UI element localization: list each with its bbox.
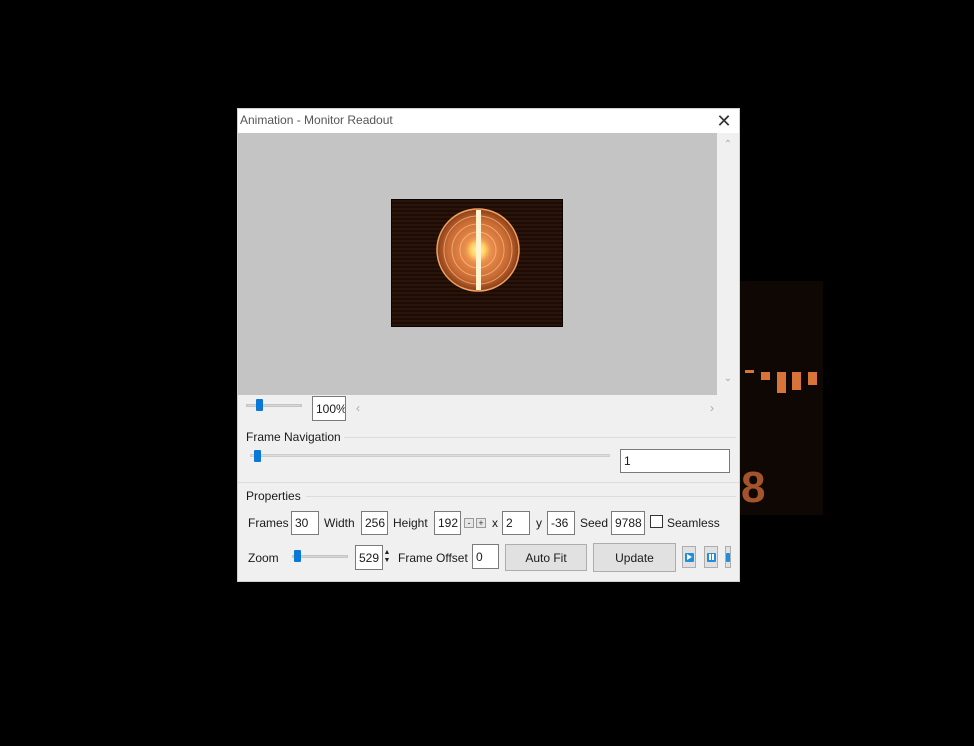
- auto-fit-button[interactable]: Auto Fit: [505, 544, 587, 571]
- frame-offset-field[interactable]: 0: [472, 544, 499, 569]
- readout-bar: [808, 372, 817, 385]
- zoom-slider-thumb[interactable]: [294, 550, 301, 562]
- vertical-scrollbar[interactable]: ⌃ ⌄: [717, 133, 739, 395]
- zoom-field[interactable]: 529: [355, 545, 383, 570]
- readout-bar: [792, 372, 801, 390]
- y-field[interactable]: -36: [547, 511, 575, 535]
- seed-field[interactable]: 9788: [611, 511, 645, 535]
- play-icon: [684, 552, 694, 562]
- scroll-right-icon[interactable]: ›: [710, 401, 714, 415]
- seed-label: Seed: [580, 516, 609, 530]
- x-label: x: [492, 516, 498, 530]
- pause-icon: [706, 552, 716, 562]
- update-button[interactable]: Update: [593, 543, 676, 572]
- animation-preview-frame: [391, 199, 563, 327]
- frame-slider-thumb[interactable]: [254, 450, 261, 462]
- spin-up-icon[interactable]: ▲: [384, 549, 391, 557]
- readout-bar: [777, 372, 786, 393]
- play-button[interactable]: [682, 546, 696, 568]
- seamless-label[interactable]: Seamless: [667, 516, 720, 530]
- group-divider: [238, 482, 739, 483]
- group-divider: [344, 437, 736, 438]
- readout-digit: 8: [741, 463, 766, 512]
- zoom-label: Zoom: [248, 551, 279, 565]
- pause-button[interactable]: [704, 546, 718, 568]
- frame-offset-label: Frame Offset: [398, 551, 468, 565]
- frame-slider-track[interactable]: [250, 454, 610, 457]
- scroll-down-icon[interactable]: ⌄: [717, 373, 739, 384]
- height-field[interactable]: 192: [434, 511, 461, 535]
- y-label: y: [536, 516, 542, 530]
- width-label: Width: [324, 516, 355, 530]
- window-title: Animation - Monitor Readout: [240, 113, 393, 127]
- close-button[interactable]: ✕: [713, 110, 735, 132]
- preview-zoom-slider-track[interactable]: [246, 404, 302, 407]
- properties-heading: Properties: [246, 489, 301, 503]
- seamless-checkbox[interactable]: [650, 515, 663, 528]
- frames-label: Frames: [248, 516, 289, 530]
- close-icon: ✕: [716, 110, 732, 131]
- scroll-up-icon[interactable]: ⌃: [717, 139, 739, 150]
- height-label: Height: [393, 516, 428, 530]
- preview-zoom-field[interactable]: 100%: [312, 396, 346, 421]
- x-field[interactable]: 2: [502, 511, 530, 535]
- frame-navigation-heading: Frame Navigation: [246, 430, 341, 444]
- decrease-button[interactable]: -: [464, 518, 474, 528]
- preview-zoom-slider-thumb[interactable]: [256, 399, 263, 411]
- scroll-left-icon[interactable]: ‹: [356, 401, 360, 415]
- current-frame-field[interactable]: 1: [620, 449, 730, 473]
- stop-button[interactable]: [725, 546, 731, 568]
- glowing-dial-image: [436, 208, 520, 292]
- group-divider: [306, 496, 736, 497]
- preview-viewport[interactable]: [238, 133, 717, 395]
- readout-bar: [745, 370, 754, 373]
- frames-field[interactable]: 30: [291, 511, 319, 535]
- animation-dialog: Animation - Monitor Readout ✕ ⌃ ⌄ 100% ‹…: [237, 108, 740, 582]
- readout-bar: [761, 372, 770, 380]
- stop-icon: [726, 552, 730, 562]
- increase-button[interactable]: +: [476, 518, 486, 528]
- zoom-spinner[interactable]: ▲ ▼: [382, 547, 392, 567]
- width-field[interactable]: 256: [361, 511, 388, 535]
- spin-down-icon[interactable]: ▼: [384, 557, 391, 565]
- title-bar[interactable]: Animation - Monitor Readout ✕: [238, 109, 739, 133]
